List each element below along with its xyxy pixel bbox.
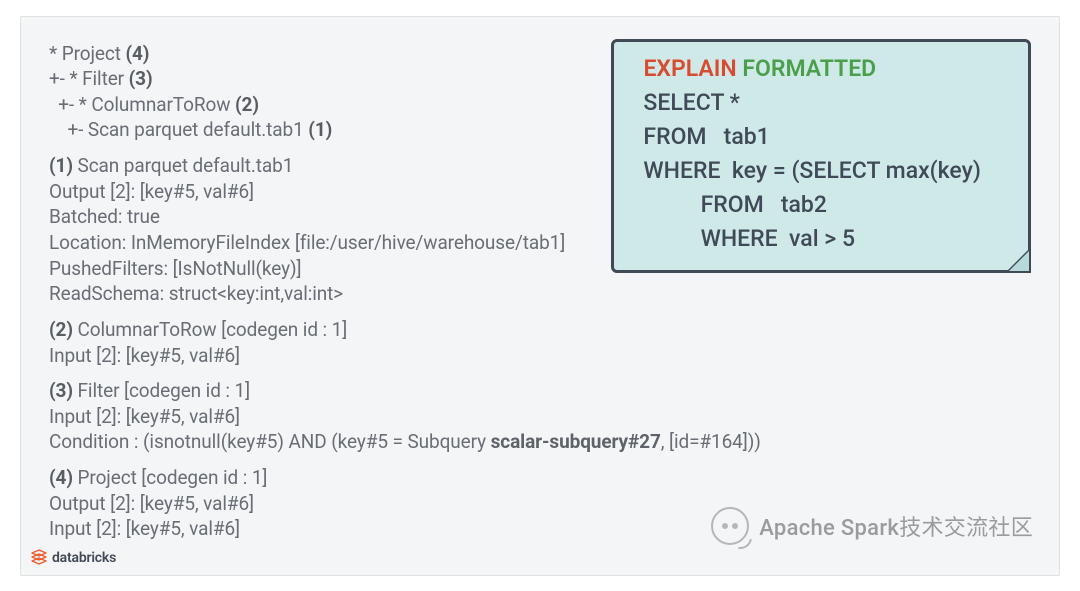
brand-name: databricks — [52, 550, 116, 566]
node-title: Filter [codegen id : 1] — [73, 379, 250, 402]
node-location: Location: InMemoryFileIndex [file:/user/… — [49, 230, 689, 256]
node-input: Input [2]: [key#5, val#6] — [49, 343, 689, 369]
plan-text: * Project (4) +- * Filter (3) +- * Colum… — [49, 41, 689, 543]
page-fold-icon — [1005, 247, 1031, 273]
wechat-icon — [711, 507, 749, 545]
node-output: Output [2]: [key#5, val#6] — [49, 491, 689, 517]
node-condition: Condition : (isnotnull(key#5) AND (key#5… — [49, 429, 689, 455]
node-1: (1) Scan parquet default.tab1 Output [2]… — [49, 153, 689, 307]
sql-card: EXPLAIN FORMATTED SELECT * FROM tab1 WHE… — [611, 39, 1031, 273]
watermark: Apache Spark技术交流社区 — [711, 507, 1033, 545]
sql-line: SELECT * — [632, 86, 1012, 120]
node-title: ColumnarToRow [codegen id : 1] — [73, 318, 347, 341]
tree-id: (2) — [235, 93, 259, 116]
node-3: (3) Filter [codegen id : 1] Input [2]: [… — [49, 378, 689, 455]
cond-post: , [id=#164])) — [661, 430, 761, 453]
node-input: Input [2]: [key#5, val#6] — [49, 516, 689, 542]
tree-id: (4) — [125, 42, 149, 65]
tree-prefix: +- Scan parquet default.tab1 — [49, 118, 308, 141]
tree-line-2: +- * Filter (3) — [49, 66, 689, 92]
node-id: (2) — [49, 318, 73, 341]
node-batched: Batched: true — [49, 204, 689, 230]
node-pushedfilters: PushedFilters: [IsNotNull(key)] — [49, 256, 689, 282]
node-readschema: ReadSchema: struct<key:int,val:int> — [49, 281, 689, 307]
sql-line-explain: EXPLAIN FORMATTED — [632, 52, 1012, 86]
node-2: (2) ColumnarToRow [codegen id : 1] Input… — [49, 317, 689, 368]
node-id: (3) — [49, 379, 73, 402]
node-4: (4) Project [codegen id : 1] Output [2]:… — [49, 465, 689, 542]
databricks-icon — [31, 549, 47, 567]
cond-subquery: scalar-subquery#27 — [491, 430, 661, 453]
sql-line: WHERE val > 5 — [632, 222, 1012, 256]
tree-line-1: * Project (4) — [49, 41, 689, 67]
tree-prefix: +- * ColumnarToRow — [49, 93, 235, 116]
sql-line: WHERE key = (SELECT max(key) — [632, 154, 1012, 188]
node-title: Project [codegen id : 1] — [73, 466, 267, 489]
watermark-text: Apache Spark技术交流社区 — [759, 510, 1033, 542]
node-id: (1) — [49, 154, 73, 177]
tree-line-4: +- Scan parquet default.tab1 (1) — [49, 117, 689, 143]
kw-formatted: FORMATTED — [742, 55, 876, 82]
node-id: (4) — [49, 466, 73, 489]
tree-id: (3) — [129, 67, 153, 90]
node-title: Scan parquet default.tab1 — [73, 154, 293, 177]
node-input: Input [2]: [key#5, val#6] — [49, 404, 689, 430]
sql-line: FROM tab1 — [632, 120, 1012, 154]
sql-line: FROM tab2 — [632, 188, 1012, 222]
brand: databricks — [31, 549, 116, 567]
tree-id: (1) — [308, 118, 332, 141]
tree-prefix: * Project — [49, 42, 125, 65]
tree-line-3: +- * ColumnarToRow (2) — [49, 92, 689, 118]
kw-explain: EXPLAIN — [643, 55, 736, 82]
node-output: Output [2]: [key#5, val#6] — [49, 179, 689, 205]
cond-pre: Condition : (isnotnull(key#5) AND (key#5… — [49, 430, 491, 453]
tree-prefix: +- * Filter — [49, 67, 129, 90]
slide: * Project (4) +- * Filter (3) +- * Colum… — [20, 16, 1060, 576]
